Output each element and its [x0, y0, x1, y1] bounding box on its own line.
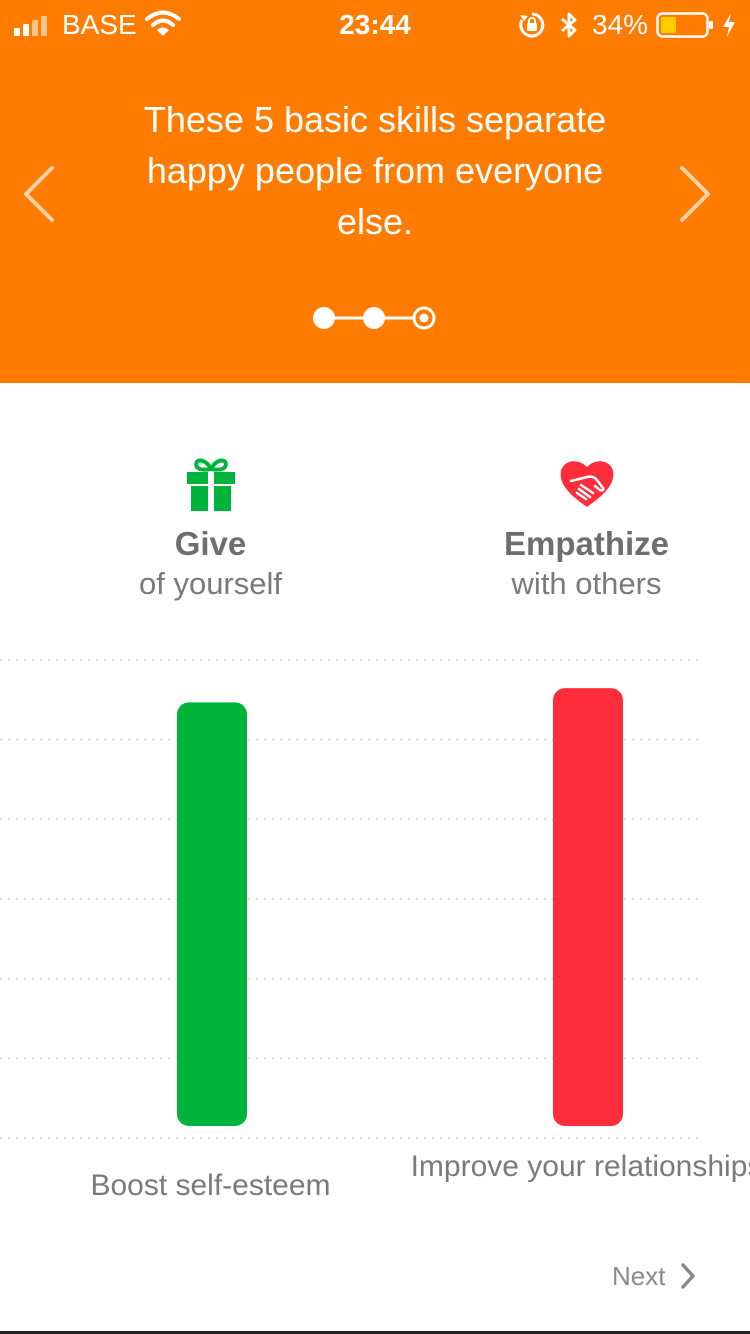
skill-subtitle: with others [511, 566, 662, 601]
chevron-right-icon [681, 1263, 695, 1289]
page-indicator [313, 306, 436, 330]
charging-bolt-icon [723, 13, 735, 37]
gift-icon [186, 458, 235, 511]
previous-arrow-icon[interactable] [18, 164, 58, 224]
heart-hand-icon [560, 461, 613, 507]
rotation-lock-icon [519, 12, 545, 38]
skill-title: Give [174, 525, 247, 562]
next-button[interactable]: Next [600, 1256, 700, 1296]
skill-give: Give of yourself [23, 455, 398, 604]
skill-subtitle: of yourself [138, 566, 282, 601]
header-banner: BASE 23:44 34% These 5 basic skills sepa [0, 0, 750, 383]
next-label: Next [612, 1261, 666, 1291]
status-bar: BASE 23:44 34% [0, 0, 750, 50]
skills-bar-chart [0, 659, 698, 1139]
page-dot-2[interactable] [363, 307, 385, 329]
bar-empathize [553, 688, 623, 1126]
battery-percentage: 34% [592, 9, 649, 40]
next-arrow-icon[interactable] [676, 164, 716, 224]
caption-empathize: Improve your relationships [410, 1150, 750, 1183]
skill-empathize: Empathize with others [399, 455, 750, 604]
bluetooth-icon [561, 12, 577, 38]
page-dot-1[interactable] [313, 307, 335, 329]
skill-title: Empathize [503, 525, 670, 562]
battery-icon [656, 12, 713, 38]
headline: These 5 basic skills separate happy peop… [143, 99, 607, 242]
bar-give [177, 702, 247, 1126]
caption-give: Boost self-esteem [90, 1169, 331, 1202]
